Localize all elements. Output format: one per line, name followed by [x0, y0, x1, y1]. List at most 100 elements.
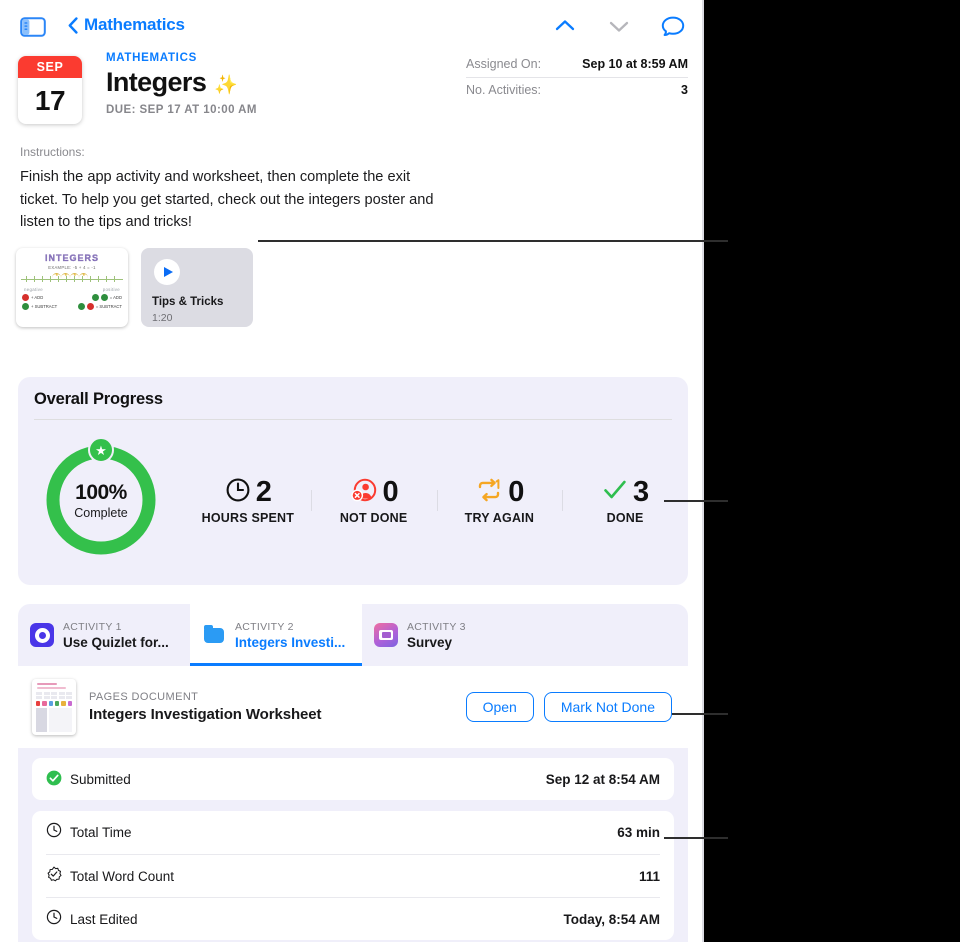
- meta-row-assigned-on: Assigned On: Sep 10 at 8:59 AM: [466, 52, 688, 77]
- overall-progress-heading: Overall Progress: [34, 390, 163, 408]
- callout-progress: [664, 500, 728, 502]
- poster-legend-right: positive: [102, 287, 120, 292]
- poster-example: EXAMPLE: -5 + 4 = -1: [48, 265, 96, 270]
- document-eyebrow: PAGES DOCUMENT: [89, 691, 199, 703]
- back-button[interactable]: Mathematics: [68, 15, 185, 35]
- tab-activity-2[interactable]: ACTIVITY 2 Integers Investi...: [190, 604, 362, 666]
- green-dot-icon: [100, 294, 108, 301]
- page-title: Integers: [106, 67, 207, 97]
- stat-value: 3: [633, 475, 649, 508]
- navbar-actions: [552, 14, 686, 38]
- activity-tabs: ACTIVITY 1 Use Quizlet for... ACTIVITY 2…: [18, 604, 688, 666]
- stat-value: 0: [508, 475, 524, 508]
- assignment-meta: Assigned On: Sep 10 at 8:59 AM No. Activ…: [466, 52, 688, 103]
- check-circle-icon: [46, 770, 62, 789]
- submitted-row: Submitted Sep 12 at 8:54 AM: [32, 758, 674, 800]
- clock-icon: [225, 477, 251, 508]
- callout-total-time: [664, 837, 728, 839]
- submitted-timestamp: Sep 12 at 8:54 AM: [545, 771, 660, 787]
- detail-value: 63 min: [617, 825, 660, 840]
- number-line-graphic: ★ ★ ★ ★: [18, 272, 126, 287]
- open-button[interactable]: Open: [465, 692, 534, 722]
- navigation-bar: Mathematics: [0, 0, 702, 54]
- screenshot-root: Mathematics SEP 17 MATHEMATICS Integers …: [0, 0, 960, 942]
- meta-label: No. Activities:: [466, 83, 542, 97]
- attachment-list: INTEGERS EXAMPLE: -5 + 4 = -1 ★ ★ ★ ★ ne…: [16, 248, 253, 327]
- star-icon: ★: [88, 437, 114, 463]
- repeat-one-icon: [475, 477, 503, 508]
- detail-row-total-time: Total Time 63 min: [46, 811, 660, 854]
- video-title: Tips & Tricks: [152, 296, 224, 308]
- detail-label: Total Word Count: [70, 868, 175, 884]
- stat-hours-spent: 2 HOURS SPENT: [185, 476, 311, 525]
- red-dot-icon: [22, 294, 29, 301]
- mark-not-done-button[interactable]: Mark Not Done: [543, 692, 672, 722]
- stat-try-again: 0 TRY AGAIN: [436, 475, 563, 525]
- submitted-label: Submitted: [70, 771, 131, 787]
- survey-app-icon: [374, 623, 398, 647]
- detail-label: Total Time: [70, 825, 132, 840]
- red-dot-icon: [86, 303, 94, 311]
- back-button-label: Mathematics: [84, 15, 185, 34]
- stat-caption: DONE: [606, 510, 644, 525]
- meta-row-no-activities: No. Activities: 3: [466, 77, 688, 103]
- tab-eyebrow: ACTIVITY 3: [407, 620, 466, 633]
- poster-rules: + ADD = ADD + SUBTRACT = SUBTRACT: [18, 294, 126, 311]
- progress-ring-wrapper: 100% Complete ★: [18, 437, 184, 557]
- document-row: PAGES DOCUMENT Integers Investigation Wo…: [18, 666, 688, 748]
- integers-poster-thumbnail[interactable]: INTEGERS EXAMPLE: -5 + 4 = -1 ★ ★ ★ ★ ne…: [16, 248, 128, 327]
- tips-and-tricks-video-card[interactable]: Tips & Tricks 1:20: [141, 248, 253, 327]
- tab-title: Survey: [407, 634, 453, 650]
- stat-caption: NOT DONE: [339, 510, 408, 525]
- chevron-down-icon[interactable]: [606, 14, 632, 38]
- document-title: Integers Investigation Worksheet: [89, 706, 322, 723]
- detail-label: Last Edited: [70, 911, 138, 927]
- due-date-label: DUE: SEP 17 AT 10:00 AM: [106, 104, 257, 116]
- play-icon[interactable]: [154, 259, 180, 285]
- tab-activity-1[interactable]: ACTIVITY 1 Use Quizlet for...: [18, 604, 190, 666]
- overall-progress-card: Overall Progress 100% Complete ★ 2 HOURS…: [18, 377, 688, 585]
- person-x-icon: [350, 477, 378, 508]
- poster-legend: negative positive: [18, 287, 126, 292]
- chevron-up-icon[interactable]: [552, 14, 578, 38]
- progress-percent: 100%: [75, 480, 127, 504]
- calendar-date-badge: SEP 17: [18, 56, 82, 124]
- instructions-label: Instructions:: [20, 145, 85, 159]
- stat-caption: TRY AGAIN: [464, 510, 535, 525]
- tab-eyebrow: ACTIVITY 2: [235, 620, 294, 633]
- quizlet-app-icon: [30, 623, 54, 647]
- tab-eyebrow: ACTIVITY 1: [63, 620, 122, 633]
- activity-details-list: Total Time 63 min Total Word Count 111 L…: [32, 811, 674, 940]
- calendar-month: SEP: [18, 56, 82, 78]
- poster-rule-right-text: = ADD: [109, 295, 122, 300]
- sidebar-toggle-icon[interactable]: [20, 16, 46, 38]
- instructions-text: Finish the app activity and worksheet, t…: [20, 169, 434, 230]
- tab-activity-3[interactable]: ACTIVITY 3 Survey: [362, 604, 534, 666]
- pages-document-thumbnail[interactable]: [32, 679, 76, 735]
- clock-icon: [46, 909, 62, 930]
- poster-rule-right-text: = SUBTRACT: [95, 304, 122, 310]
- tab-title: Use Quizlet for...: [63, 634, 169, 650]
- callout-attachments: [258, 240, 728, 242]
- clock-icon: [46, 822, 62, 843]
- course-eyebrow: MATHEMATICS: [106, 52, 197, 64]
- comment-bubble-icon[interactable]: [660, 14, 686, 38]
- calendar-day: 17: [34, 85, 66, 116]
- meta-label: Assigned On:: [466, 57, 542, 71]
- progress-ring: 100% Complete ★: [44, 437, 158, 557]
- poster-rule-row: + ADD = ADD: [22, 294, 122, 301]
- detail-row-last-edited: Last Edited Today, 8:54 AM: [46, 897, 660, 940]
- detail-row-total-word-count: Total Word Count 111: [46, 854, 660, 897]
- sparkles-icon: ✨: [214, 75, 238, 96]
- assignment-detail-page: Mathematics SEP 17 MATHEMATICS Integers …: [0, 0, 704, 942]
- word-count-icon: [46, 866, 62, 887]
- tab-title: Integers Investi...: [235, 634, 346, 650]
- green-dot-icon: [22, 303, 29, 311]
- chevron-left-icon: [68, 16, 78, 34]
- poster-legend-left: negative: [24, 287, 43, 292]
- video-duration: 1:20: [152, 312, 173, 324]
- meta-value: Sep 10 at 8:59 AM: [582, 57, 688, 71]
- detail-value: 111: [638, 868, 660, 884]
- detail-value: Today, 8:54 AM: [563, 911, 660, 927]
- progress-stats: 2 HOURS SPENT 0 NOT DONE 0 TRY AGAIN 3 D…: [185, 476, 688, 525]
